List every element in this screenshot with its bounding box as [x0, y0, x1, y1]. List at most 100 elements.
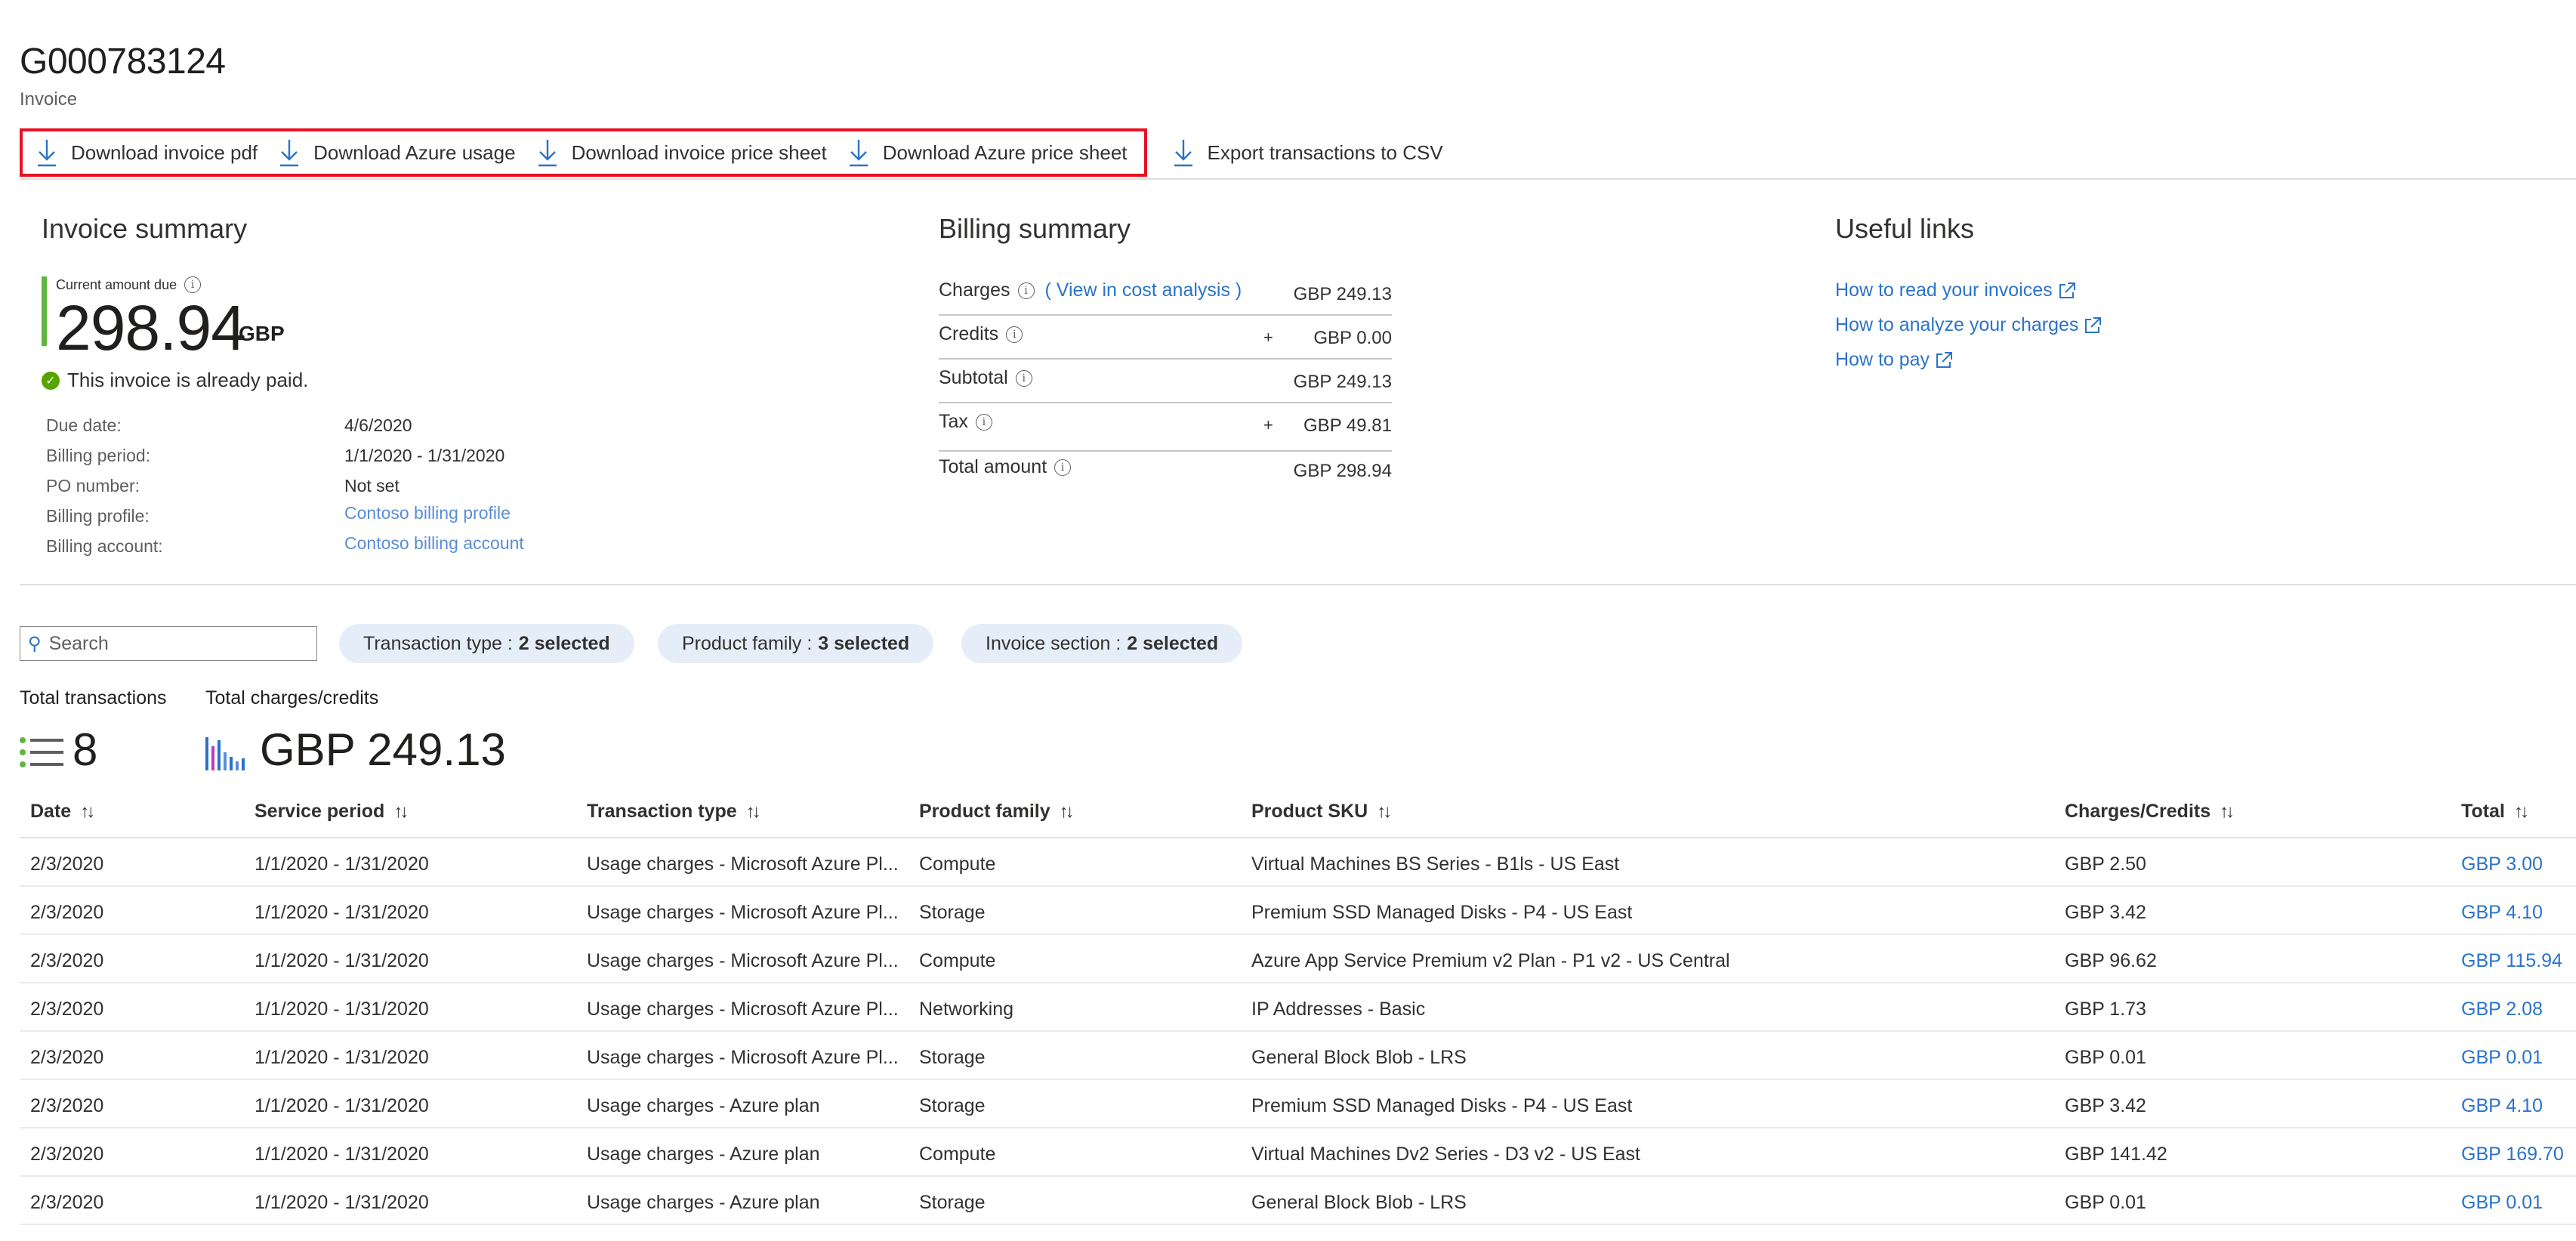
analyze-charges-link[interactable]: How to analyze your charges: [1835, 314, 2102, 336]
cell-charges-credits: GBP 141.42: [2065, 1144, 2167, 1165]
table-row[interactable]: 2/3/2020 1/1/2020 - 1/31/2020 Usage char…: [20, 887, 2576, 935]
column-header-service-period[interactable]: Service period ↑↓: [255, 801, 409, 823]
info-icon[interactable]: i: [975, 413, 992, 431]
cell-product-family: Compute: [919, 950, 996, 971]
total-transactions-label: Total transactions: [20, 687, 167, 708]
total-transactions-value: 8: [72, 724, 98, 775]
info-icon[interactable]: i: [1006, 326, 1023, 343]
column-header-label: Product SKU: [1251, 801, 1368, 822]
bar-chart-icon: [205, 737, 245, 770]
billing-profile-link[interactable]: Contoso billing profile: [344, 503, 511, 523]
cell-total-link[interactable]: GBP 0.01: [2461, 1192, 2543, 1214]
cell-product-family: Storage: [919, 1192, 986, 1213]
column-header-date[interactable]: Date ↑↓: [30, 801, 95, 823]
cell-product-family: Storage: [919, 1095, 986, 1116]
current-amount-due-text: Current amount due: [56, 276, 177, 292]
billing-row-tax: Tax i + GBP 49.81: [939, 411, 1392, 455]
cell-total-link[interactable]: GBP 169.70: [2461, 1144, 2564, 1165]
info-icon[interactable]: i: [1017, 282, 1035, 299]
billing-period-value: 1/1/2020 - 1/31/2020: [344, 446, 505, 465]
due-date-value: 4/6/2020: [344, 415, 412, 435]
product-family-filter[interactable]: Product family : 3 selected: [658, 624, 934, 663]
billing-period-label: Billing period:: [46, 446, 151, 465]
cell-date: 2/3/2020: [30, 950, 104, 971]
info-icon[interactable]: i: [1015, 369, 1032, 387]
cell-date: 2/3/2020: [30, 854, 104, 875]
cell-transaction-type: Usage charges - Microsoft Azure Pl...: [587, 902, 899, 923]
invoice-summary-heading: Invoice summary: [42, 213, 248, 244]
toolbar-divider: [20, 178, 2576, 180]
billing-account-link[interactable]: Contoso billing account: [344, 533, 524, 554]
cell-total-link[interactable]: GBP 0.01: [2461, 1047, 2543, 1069]
search-icon: ⚲: [28, 633, 42, 654]
paid-status: ✓ This invoice is already paid.: [42, 369, 308, 392]
tax-sign: +: [1263, 415, 1273, 434]
cell-product-sku: Virtual Machines Dv2 Series - D3 v2 - US…: [1251, 1144, 1641, 1165]
external-link-icon: [2085, 316, 2102, 333]
transaction-type-filter-value: 2 selected: [518, 632, 610, 654]
column-header-label: Product family: [919, 801, 1050, 822]
due-date-label: Due date:: [46, 415, 122, 435]
cell-transaction-type: Usage charges - Microsoft Azure Pl...: [587, 950, 899, 971]
billing-row-charges: Charges i ( View in cost analysis ) GBP …: [939, 279, 1392, 323]
download-invoice-pdf-label: Download invoice pdf: [71, 140, 258, 164]
download-invoice-price-sheet-label: Download invoice price sheet: [571, 140, 827, 164]
table-row[interactable]: 2/3/2020 1/1/2020 - 1/31/2020 Usage char…: [20, 1080, 2576, 1128]
credits-label: Credits: [939, 323, 999, 344]
search-box[interactable]: ⚲: [20, 626, 317, 661]
info-icon[interactable]: i: [184, 276, 202, 293]
download-icon: [1174, 140, 1192, 167]
how-to-pay-label: How to pay: [1835, 349, 1930, 370]
cell-charges-credits: GBP 96.62: [2065, 950, 2157, 971]
toolbar: Download invoice pdf Download Azure usag…: [20, 128, 1455, 177]
invoice-section-filter[interactable]: Invoice section : 2 selected: [961, 624, 1243, 663]
subtotal-amount: GBP 249.13: [1293, 372, 1392, 392]
column-header-charges-credits[interactable]: Charges/Credits ↑↓: [2065, 801, 2235, 823]
cell-product-family: Compute: [919, 1144, 996, 1165]
useful-links-heading: Useful links: [1835, 213, 1975, 244]
cell-service-period: 1/1/2020 - 1/31/2020: [255, 999, 429, 1020]
column-header-transaction-type[interactable]: Transaction type ↑↓: [587, 801, 761, 823]
info-icon[interactable]: i: [1054, 458, 1072, 476]
sort-icon: ↑↓: [745, 801, 761, 822]
column-header-product-sku[interactable]: Product SKU ↑↓: [1251, 801, 1392, 823]
cell-service-period: 1/1/2020 - 1/31/2020: [255, 1095, 429, 1116]
download-azure-price-sheet-button[interactable]: Download Azure price sheet: [839, 131, 1140, 174]
total-amount-value: GBP 298.94: [1293, 461, 1392, 481]
cell-transaction-type: Usage charges - Azure plan: [587, 1095, 820, 1116]
cell-total-link[interactable]: GBP 4.10: [2461, 902, 2543, 924]
column-header-label: Date: [30, 801, 72, 822]
cell-total-link[interactable]: GBP 2.08: [2461, 999, 2543, 1020]
download-azure-usage-button[interactable]: Download Azure usage: [270, 131, 527, 174]
search-input[interactable]: [48, 632, 291, 655]
table-row[interactable]: 2/3/2020 1/1/2020 - 1/31/2020 Usage char…: [20, 935, 2576, 983]
table-row[interactable]: 2/3/2020 1/1/2020 - 1/31/2020 Usage char…: [20, 983, 2576, 1032]
how-to-pay-link[interactable]: How to pay: [1835, 349, 1954, 371]
download-invoice-pdf-button[interactable]: Download invoice pdf: [27, 131, 270, 174]
billing-divider: [939, 402, 1392, 403]
current-amount-due-value: 298.94: [56, 292, 246, 363]
export-transactions-csv-button[interactable]: Export transactions to CSV: [1164, 131, 1455, 174]
download-azure-usage-label: Download Azure usage: [313, 140, 516, 164]
read-invoices-link[interactable]: How to read your invoices: [1835, 279, 2077, 301]
view-cost-analysis-link[interactable]: ( View in cost analysis ): [1045, 279, 1242, 301]
column-header-product-family[interactable]: Product family ↑↓: [919, 801, 1075, 823]
table-row[interactable]: 2/3/2020 1/1/2020 - 1/31/2020 Usage char…: [20, 1128, 2576, 1177]
table-row[interactable]: 2/3/2020 1/1/2020 - 1/31/2020 Usage char…: [20, 1032, 2576, 1080]
download-icon: [849, 140, 868, 167]
external-link-icon: [2059, 282, 2075, 298]
column-header-label: Total: [2461, 801, 2505, 822]
cell-total-link[interactable]: GBP 3.00: [2461, 854, 2543, 875]
cell-charges-credits: GBP 0.01: [2065, 1047, 2146, 1068]
column-header-total[interactable]: Total ↑↓: [2461, 801, 2529, 823]
cell-total-link[interactable]: GBP 4.10: [2461, 1095, 2543, 1117]
cell-total-link[interactable]: GBP 115.94: [2461, 950, 2562, 972]
transaction-type-filter[interactable]: Transaction type : 2 selected: [339, 624, 634, 663]
table-row[interactable]: 2/3/2020 1/1/2020 - 1/31/2020 Usage char…: [20, 1177, 2576, 1225]
download-invoice-price-sheet-button[interactable]: Download invoice price sheet: [528, 131, 839, 174]
table-row[interactable]: 2/3/2020 1/1/2020 - 1/31/2020 Usage char…: [20, 838, 2576, 887]
cell-service-period: 1/1/2020 - 1/31/2020: [255, 950, 429, 971]
billing-profile-label: Billing profile:: [46, 506, 150, 526]
credits-sign: +: [1263, 328, 1273, 347]
cell-service-period: 1/1/2020 - 1/31/2020: [255, 1192, 429, 1213]
